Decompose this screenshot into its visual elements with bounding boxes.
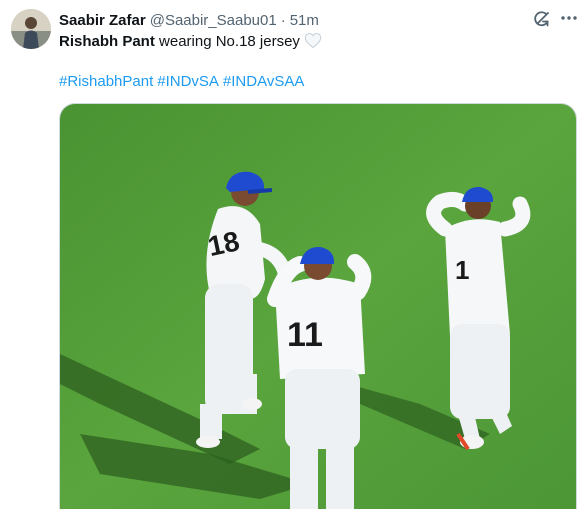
hashtag-link[interactable]: #RishabhPant — [59, 73, 153, 90]
separator-dot: · — [280, 11, 286, 29]
hashtag-link[interactable]: #INDvSA — [157, 73, 219, 90]
tweet-media[interactable]: 18 11 1 — [59, 103, 577, 509]
avatar-image — [11, 9, 51, 49]
more-icon[interactable] — [559, 8, 579, 28]
white-heart-icon — [304, 32, 322, 55]
hashtag-link[interactable]: #INDAvSAA — [223, 73, 304, 90]
avatar[interactable] — [11, 9, 51, 49]
hashtags: #RishabhPant #INDvSA #INDAvSAA — [59, 72, 308, 92]
jersey-number-18: 18 — [205, 225, 242, 262]
timestamp[interactable]: 51m — [290, 12, 319, 29]
tweet-text-bold: Rishabh Pant — [59, 33, 155, 50]
jersey-number-1: 1 — [455, 255, 469, 285]
tweet-text-rest: wearing No.18 jersey — [154, 33, 300, 50]
tweet-header: Saabir Zafar @Saabir_Saabu01 · 51m — [59, 10, 319, 30]
author-handle[interactable]: @Saabir_Saabu01 — [150, 12, 277, 29]
tweet-text: Rishabh Pant wearing No.18 jersey — [59, 32, 322, 55]
grok-icon[interactable] — [532, 9, 552, 29]
cricket-photo: 18 11 1 — [60, 104, 576, 509]
jersey-number-11: 11 — [287, 316, 323, 354]
author-name[interactable]: Saabir Zafar — [59, 12, 146, 29]
